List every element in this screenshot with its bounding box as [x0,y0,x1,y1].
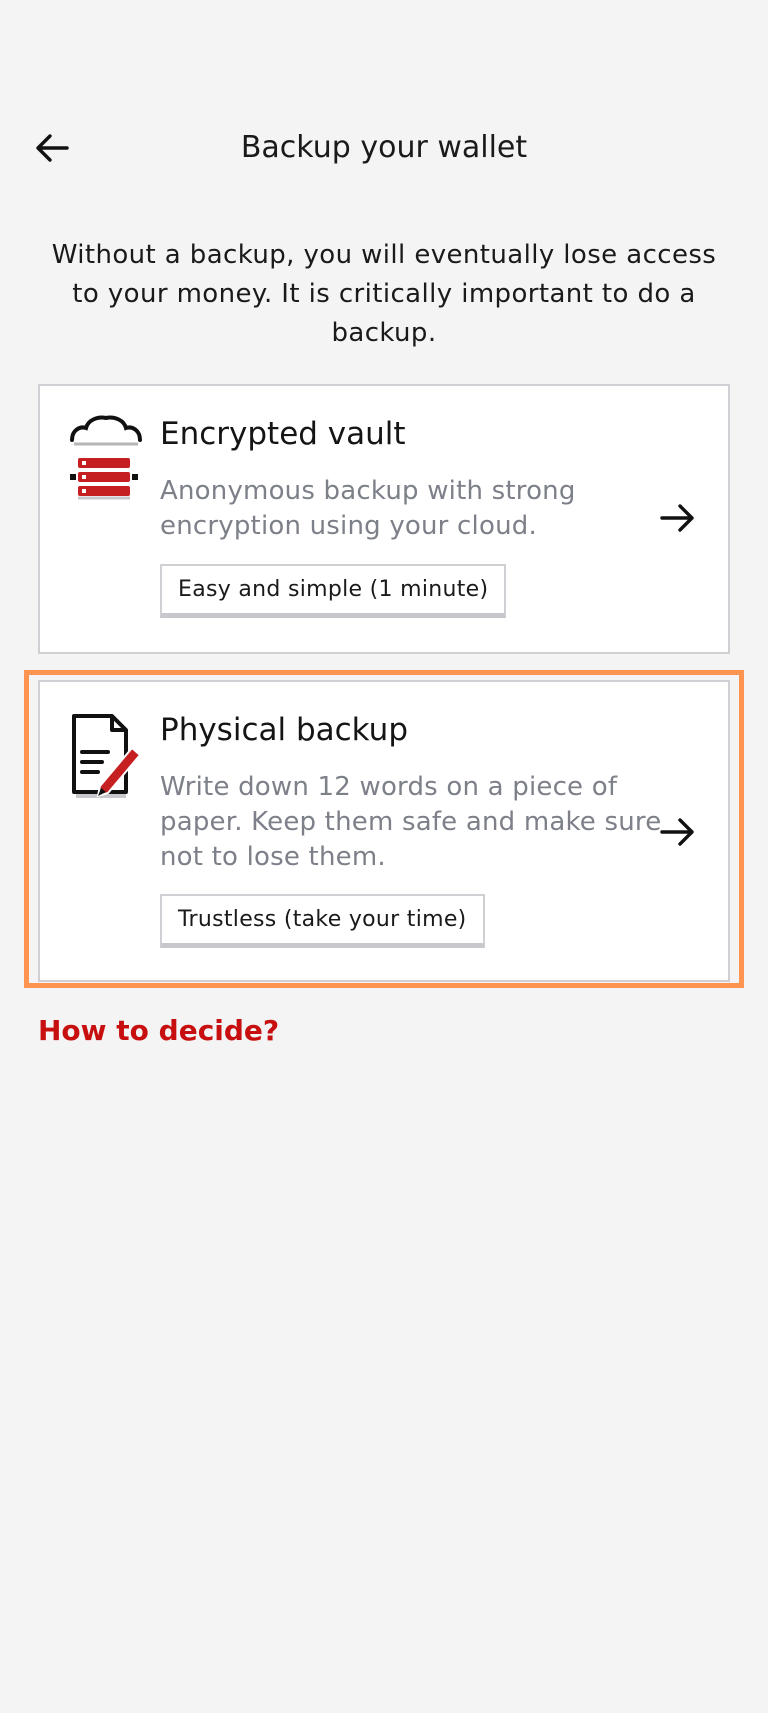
header-bar: Backup your wallet [0,108,768,188]
option-description: Anonymous backup with strong encryption … [160,476,576,541]
option-description: Write down 12 words on a piece of paper.… [160,772,662,872]
arrow-right-icon [660,818,694,846]
page-title: Backup your wallet [240,130,528,165]
option-tag: Trustless (take your time) [160,894,485,948]
intro-text: Without a backup, you will eventually lo… [51,240,717,348]
encrypted-vault-option[interactable]: Encrypted vault Anonymous backup with st… [38,384,730,654]
paper-pencil-icon [72,714,142,798]
arrow-right-icon [660,504,694,532]
option-tag: Easy and simple (1 minute) [160,564,507,618]
physical-backup-option[interactable]: Physical backup Write down 12 words on a… [38,680,730,982]
cloud-server-icon [70,415,142,500]
option-title: Physical backup [160,712,408,748]
how-to-decide-link[interactable]: How to decide? [38,1014,279,1047]
option-title: Encrypted vault [160,416,406,452]
